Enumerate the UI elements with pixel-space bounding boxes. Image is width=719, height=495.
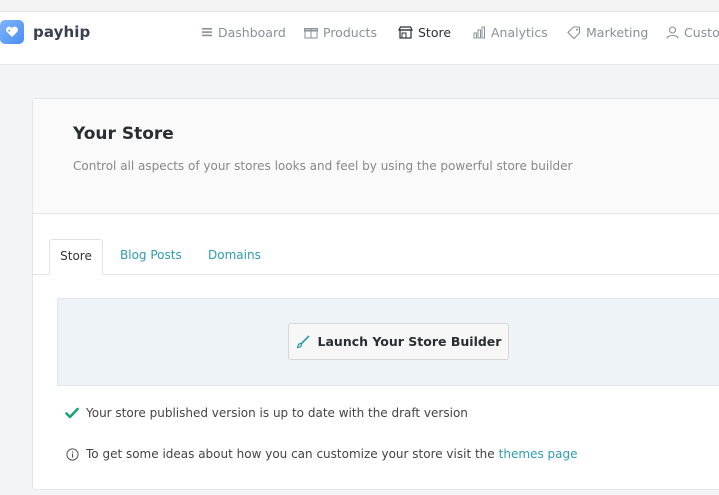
launch-store-builder-label: Launch Your Store Builder bbox=[317, 334, 502, 349]
nav-products-label: Products bbox=[323, 24, 377, 40]
store-icon bbox=[398, 25, 413, 39]
themes-page-link[interactable]: themes page bbox=[499, 447, 578, 461]
nav-dashboard[interactable]: Dashboard bbox=[202, 22, 286, 42]
tab-blog-posts[interactable]: Blog Posts bbox=[120, 239, 182, 274]
published-status-message: Your store published version is up to da… bbox=[65, 406, 468, 420]
themes-tip-message: To get some ideas about how you can cust… bbox=[65, 447, 577, 461]
browser-top-strip bbox=[0, 0, 719, 12]
nav-customers[interactable]: Custo bbox=[666, 22, 719, 42]
page-subtitle: Control all aspects of your stores looks… bbox=[73, 159, 573, 173]
user-icon bbox=[666, 25, 679, 39]
published-status-text: Your store published version is up to da… bbox=[86, 406, 468, 420]
checkmark-icon bbox=[65, 407, 79, 419]
nav-store-label: Store bbox=[418, 24, 452, 40]
paintbrush-icon bbox=[296, 335, 309, 348]
gift-icon bbox=[304, 27, 318, 38]
top-navbar: payhip Dashboard Products Store Analytic… bbox=[0, 12, 719, 65]
launch-store-builder-button[interactable]: Launch Your Store Builder bbox=[288, 323, 509, 360]
menu-icon bbox=[202, 28, 212, 37]
card-header: Your Store Control all aspects of your s… bbox=[33, 99, 719, 214]
nav-customers-label: Custo bbox=[684, 24, 719, 40]
bar-chart-icon bbox=[473, 26, 485, 38]
nav-analytics-label: Analytics bbox=[491, 24, 548, 40]
nav-analytics[interactable]: Analytics bbox=[473, 22, 548, 42]
store-tabs: Store Blog Posts Domains bbox=[33, 239, 719, 275]
nav-dashboard-label: Dashboard bbox=[218, 24, 286, 40]
tab-domains[interactable]: Domains bbox=[208, 239, 261, 274]
store-builder-panel: Launch Your Store Builder bbox=[57, 298, 719, 386]
nav-marketing[interactable]: Marketing bbox=[567, 22, 648, 42]
brand-name: payhip bbox=[33, 23, 91, 41]
heart-tag-logo-icon bbox=[0, 20, 24, 44]
nav-store[interactable]: Store bbox=[398, 22, 451, 42]
tab-store[interactable]: Store bbox=[49, 239, 103, 275]
page-title: Your Store bbox=[73, 124, 174, 144]
info-icon bbox=[65, 447, 79, 461]
themes-tip-text: To get some ideas about how you can cust… bbox=[86, 447, 495, 461]
nav-marketing-label: Marketing bbox=[586, 24, 649, 40]
payhip-logo[interactable]: payhip bbox=[0, 19, 90, 45]
store-card: Your Store Control all aspects of your s… bbox=[32, 98, 719, 490]
nav-products[interactable]: Products bbox=[304, 22, 377, 42]
tag-icon bbox=[567, 25, 581, 39]
